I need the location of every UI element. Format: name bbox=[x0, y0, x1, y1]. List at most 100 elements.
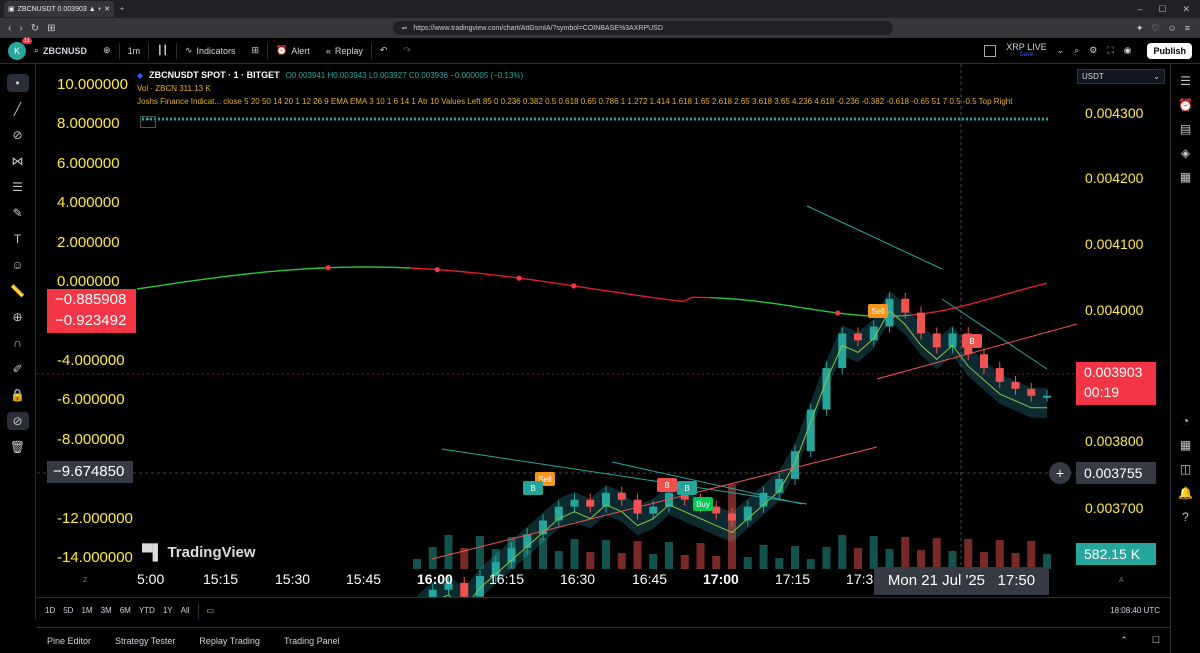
price-chart: SellSellBuyB B BB bbox=[37, 64, 1078, 597]
fullscreen-icon[interactable]: ⛶ bbox=[1107, 45, 1113, 56]
tab-replay-trading[interactable]: Replay Trading bbox=[199, 636, 260, 646]
range-1m[interactable]: 1M bbox=[81, 606, 92, 615]
chevron-down-icon[interactable]: ⌄ bbox=[1057, 45, 1065, 56]
new-tab-icon[interactable]: + bbox=[120, 6, 124, 13]
alert-label: Alert bbox=[291, 45, 310, 56]
symbol-search-button[interactable]: ⌕ ZBCNUSD bbox=[26, 38, 95, 63]
compare-button[interactable]: ⊕ bbox=[95, 38, 119, 63]
browser-tab[interactable]: ▣ ZBCNUSDT 0.003903 ▲ +20.81% ✕ bbox=[4, 1, 114, 17]
quick-search-icon[interactable]: ⌕ bbox=[1074, 45, 1079, 56]
axis-scale-b-icon[interactable]: A bbox=[1119, 577, 1124, 584]
emoji-icon[interactable]: ☺ bbox=[7, 256, 29, 274]
chevron-up-icon[interactable]: ⌃ bbox=[1120, 635, 1128, 646]
undo-button[interactable]: ↶ bbox=[372, 38, 396, 63]
indicators-button[interactable]: ∿ Indicators bbox=[177, 38, 244, 63]
chart-type-button[interactable]: ┃┃ bbox=[149, 38, 176, 63]
speedometer-icon[interactable]: ◔ bbox=[1182, 414, 1189, 428]
utc-clock[interactable]: 18:08:40 UTC bbox=[1110, 606, 1160, 615]
details-icon[interactable]: ▤ bbox=[1180, 122, 1191, 136]
goto-date-icon[interactable]: ▭ bbox=[207, 606, 215, 615]
magnet-icon[interactable]: ∩ bbox=[7, 334, 29, 352]
replay-button[interactable]: « Replay bbox=[318, 38, 371, 63]
oscillator-dot bbox=[516, 275, 522, 281]
range-bar: 1D 5D 1M 3M 6M YTD 1Y All ▭ 18:08:40 UTC bbox=[37, 597, 1170, 623]
minimize-icon[interactable]: – bbox=[1137, 4, 1142, 15]
range-1y[interactable]: 1Y bbox=[163, 606, 173, 615]
oscillator-segment bbox=[191, 278, 201, 282]
bell-icon[interactable]: 🔔 bbox=[1178, 486, 1193, 500]
axis-scale-a-icon[interactable]: Z bbox=[83, 577, 87, 584]
undo-icon: ↶ bbox=[379, 45, 388, 55]
ideas-icon[interactable]: ◫ bbox=[1180, 462, 1191, 476]
oscillator-segment bbox=[282, 269, 292, 272]
range-all[interactable]: All bbox=[181, 606, 190, 615]
trash-icon[interactable]: 🗑 bbox=[7, 438, 29, 456]
range-5d[interactable]: 5D bbox=[63, 606, 73, 615]
lock-icon[interactable]: 🔒 bbox=[7, 386, 29, 404]
templates-button[interactable]: ⊞ bbox=[244, 38, 268, 63]
zoom-icon[interactable]: ⊕ bbox=[7, 308, 29, 326]
oscillator-value-1: −0.885908 bbox=[55, 291, 127, 308]
alert-button[interactable]: ⏰ Alert bbox=[268, 38, 318, 63]
extensions-icon[interactable]: ✦ bbox=[1136, 23, 1144, 34]
tab-trading-panel[interactable]: Trading Panel bbox=[284, 636, 340, 646]
volume-bar bbox=[1027, 541, 1036, 569]
oscillator-segment bbox=[964, 302, 975, 307]
back-icon[interactable]: ‹ bbox=[8, 23, 11, 34]
help-icon[interactable]: ? bbox=[1182, 510, 1189, 524]
cursor-icon[interactable]: • bbox=[6, 74, 29, 92]
range-6m[interactable]: 6M bbox=[120, 606, 131, 615]
b-signal-text: B bbox=[530, 484, 535, 493]
fib-icon[interactable]: ⊘ bbox=[7, 126, 29, 144]
maximize-icon[interactable]: ☐ bbox=[1158, 4, 1166, 15]
tab-pine-editor[interactable]: Pine Editor bbox=[47, 636, 91, 646]
calendar-icon[interactable]: ▦ bbox=[1180, 438, 1191, 452]
url-field[interactable]: ⇌ https://www.tradingview.com/chart/AttG… bbox=[393, 21, 894, 35]
chart-pane[interactable]: Sell Sell Buy B B B B ◆ ZBCNUSDT SPOT · 1 · BI… bbox=[37, 64, 1170, 597]
volume-bar bbox=[444, 535, 453, 569]
gear-icon[interactable]: ⚙ bbox=[1089, 45, 1097, 56]
hide-drawings-icon[interactable]: ⊘ bbox=[6, 412, 29, 430]
oscillator-segment bbox=[491, 274, 502, 277]
publish-button[interactable]: Publish bbox=[1147, 42, 1192, 59]
tab-close-icon[interactable]: ✕ bbox=[104, 5, 110, 13]
menu-icon[interactable]: ≡ bbox=[1185, 23, 1190, 34]
watchlist-icon[interactable]: ☰ bbox=[1180, 74, 1191, 88]
range-ytd[interactable]: YTD bbox=[139, 606, 155, 615]
reload-icon[interactable]: ↻ bbox=[31, 23, 39, 34]
collapse-legend-button[interactable]: ⌃ bbox=[140, 116, 156, 128]
add-alert-button[interactable]: + bbox=[1049, 462, 1071, 484]
interval-button[interactable]: 1m bbox=[120, 38, 149, 63]
maximize-panel-icon[interactable]: ☐ bbox=[1152, 635, 1160, 646]
avatar[interactable]: K 11 bbox=[8, 37, 32, 60]
grid-icon[interactable]: ⊞ bbox=[47, 23, 55, 34]
range-1d[interactable]: 1D bbox=[45, 606, 55, 615]
pattern-icon[interactable]: ⋈ bbox=[7, 152, 29, 170]
price-axis-label: 0.004300 bbox=[1085, 105, 1144, 121]
trend-line-icon[interactable]: ╱ bbox=[7, 100, 29, 118]
volume-bar bbox=[806, 559, 815, 569]
layers-icon[interactable]: ◈ bbox=[1181, 146, 1190, 160]
oscillator-segment bbox=[819, 309, 829, 313]
bookmark-icon[interactable]: ♡ bbox=[1151, 23, 1159, 34]
ruler-icon[interactable]: 📏 bbox=[7, 282, 29, 300]
redo-button[interactable]: ↷ bbox=[395, 38, 419, 63]
forward-icon[interactable]: › bbox=[19, 23, 22, 34]
range-3m[interactable]: 3M bbox=[101, 606, 112, 615]
site-info-icon[interactable]: ⇌ bbox=[401, 24, 407, 32]
camera-icon[interactable]: ◉ bbox=[1124, 45, 1132, 56]
brush-icon[interactable]: ✎ bbox=[7, 204, 29, 222]
tab-strategy-tester[interactable]: Strategy Tester bbox=[115, 636, 175, 646]
crosshair-price-label: 0.003755 bbox=[1076, 462, 1156, 484]
layout-button[interactable]: XRP LIVE Save bbox=[1006, 43, 1046, 59]
volume-bar bbox=[854, 548, 862, 569]
currency-select[interactable]: USDT ⌄ bbox=[1077, 69, 1165, 84]
close-window-icon[interactable]: ✕ bbox=[1182, 4, 1190, 15]
alerts-clock-icon[interactable]: ⏰ bbox=[1178, 98, 1193, 112]
data-window-icon[interactable]: ▦ bbox=[1180, 170, 1191, 184]
text-icon[interactable]: T bbox=[7, 230, 29, 248]
prediction-icon[interactable]: ☰ bbox=[7, 178, 29, 196]
lock-drawing-icon[interactable]: ✐ bbox=[7, 360, 29, 378]
layout-checkbox[interactable] bbox=[984, 44, 997, 57]
profile-icon[interactable]: ☺ bbox=[1168, 23, 1177, 34]
